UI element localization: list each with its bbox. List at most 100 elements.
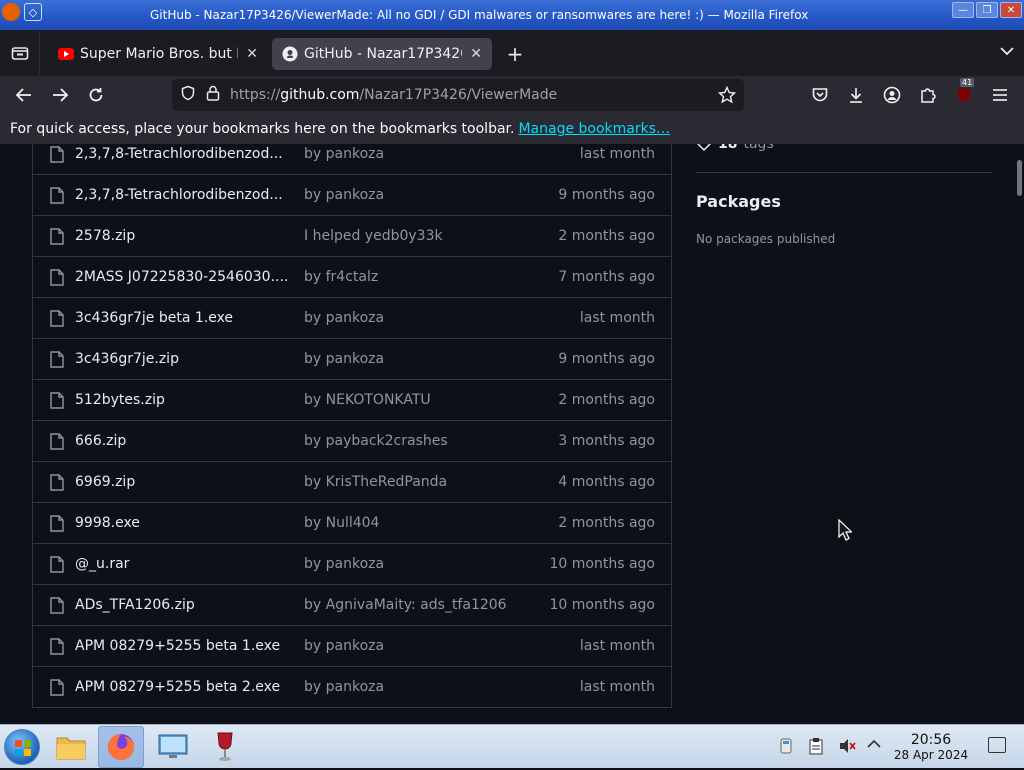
tray-volume-muted-icon[interactable] bbox=[838, 737, 856, 759]
navigation-toolbar: https://github.com/Nazar17P3426/ViewerMa… bbox=[0, 76, 1024, 114]
manage-bookmarks-link[interactable]: Manage bookmarks… bbox=[518, 121, 670, 137]
file-row[interactable]: 2MASS J07225830-2546030.... by fr4ctalz 7 … bbox=[33, 257, 671, 298]
file-name-link[interactable]: 666.zip bbox=[75, 433, 126, 449]
minimize-button[interactable]: — bbox=[952, 2, 974, 18]
file-icon bbox=[50, 392, 64, 409]
tags-count: 18 bbox=[718, 144, 738, 152]
commit-message-link[interactable]: by pankoza bbox=[304, 187, 384, 203]
folder-icon bbox=[56, 737, 86, 760]
file-row[interactable]: 2,3,7,8-Tetrachlorodibenzod... by pankoza… bbox=[33, 144, 671, 175]
commit-message-link[interactable]: by KrisTheRedPanda bbox=[304, 474, 447, 490]
app-menu-button[interactable] bbox=[988, 83, 1012, 107]
commit-message-link[interactable]: by NEKOTONKATU bbox=[304, 392, 431, 408]
file-row[interactable]: 2578.zip I helped yedb0y33k 2 months ago bbox=[33, 216, 671, 257]
bookmark-star-icon[interactable] bbox=[717, 85, 737, 108]
back-button[interactable] bbox=[12, 83, 36, 107]
extensions-button[interactable] bbox=[916, 83, 940, 107]
file-name-link[interactable]: 3c436gr7je beta 1.exe bbox=[75, 310, 233, 326]
sidebar-divider bbox=[696, 172, 992, 173]
close-tab-icon[interactable]: ✕ bbox=[470, 46, 482, 62]
tray-clipboard-icon[interactable] bbox=[808, 737, 824, 759]
commit-message-link[interactable]: by Null404 bbox=[304, 515, 379, 531]
commit-message-link[interactable]: by payback2crashes bbox=[304, 433, 448, 449]
maximize-button[interactable]: ❐ bbox=[976, 2, 998, 18]
account-button[interactable] bbox=[880, 83, 904, 107]
file-name-link[interactable]: 2MASS J07225830-2546030.... bbox=[75, 269, 288, 285]
commit-date: 2 months ago bbox=[558, 515, 655, 531]
commit-date: last month bbox=[579, 679, 655, 695]
commit-message-link[interactable]: I helped yedb0y33k bbox=[304, 228, 443, 244]
tags-link[interactable]: 18 tags bbox=[696, 144, 774, 152]
file-row[interactable]: 3c436gr7je beta 1.exe by pankoza last mont… bbox=[33, 298, 671, 339]
tracking-protection-shield-icon[interactable] bbox=[180, 85, 196, 105]
file-row[interactable]: 3c436gr7je.zip by pankoza 9 months ago bbox=[33, 339, 671, 380]
file-name-link[interactable]: 3c436gr7je.zip bbox=[75, 351, 179, 367]
packages-heading[interactable]: Packages bbox=[696, 192, 781, 211]
shield-extension-icon bbox=[958, 88, 970, 102]
commit-message-link[interactable]: by pankoza bbox=[304, 638, 384, 654]
forward-button[interactable] bbox=[48, 83, 72, 107]
file-name-link[interactable]: 2578.zip bbox=[75, 228, 135, 244]
file-row[interactable]: APM 08279+5255 beta 2.exe by pankoza last … bbox=[33, 667, 671, 708]
commit-message-link[interactable]: by pankoza bbox=[304, 146, 384, 162]
file-icon bbox=[50, 228, 64, 245]
tray-usb-icon[interactable] bbox=[778, 737, 794, 759]
commit-message-link[interactable]: by pankoza bbox=[304, 351, 384, 367]
tab-github[interactable]: GitHub - Nazar17P3426/V ✕ bbox=[272, 38, 492, 70]
file-row[interactable]: 512bytes.zip by NEKOTONKATU 2 months ago bbox=[33, 380, 671, 421]
padlock-icon[interactable] bbox=[206, 85, 220, 105]
file-name-link[interactable]: APM 08279+5255 beta 1.exe bbox=[75, 638, 280, 654]
commit-message-link[interactable]: by AgnivaMaity: ads_tfa1206 bbox=[304, 597, 507, 613]
file-row[interactable]: APM 08279+5255 beta 1.exe by pankoza last … bbox=[33, 626, 671, 667]
ublock-extension-button[interactable]: 41 bbox=[952, 78, 976, 107]
file-row[interactable]: 6969.zip by KrisTheRedPanda 4 months ago bbox=[33, 462, 671, 503]
taskbar-firefox[interactable] bbox=[98, 726, 144, 768]
file-name-link[interactable]: ADs_TFA1206.zip bbox=[75, 597, 195, 613]
new-tab-button[interactable]: + bbox=[504, 44, 526, 66]
commit-message-link[interactable]: by pankoza bbox=[304, 556, 384, 572]
file-name-link[interactable]: 2,3,7,8-Tetrachlorodibenzod... bbox=[75, 146, 283, 162]
commit-message-link[interactable]: by pankoza bbox=[304, 679, 384, 695]
taskbar-clock[interactable]: 20:56 28 Apr 2024 bbox=[890, 732, 972, 762]
window-titlebar: ◇ GitHub - Nazar17P3426/ViewerMade: All … bbox=[0, 0, 1024, 30]
url-host: github.com bbox=[280, 87, 360, 103]
download-icon bbox=[850, 88, 862, 103]
file-name-link[interactable]: 6969.zip bbox=[75, 474, 135, 490]
page-scrollbar[interactable] bbox=[1017, 160, 1022, 196]
show-desktop-button[interactable] bbox=[988, 737, 1006, 753]
file-name-link[interactable]: @_u.rar bbox=[75, 556, 129, 572]
taskbar-file-explorer[interactable] bbox=[48, 726, 94, 768]
close-window-button[interactable]: ✕ bbox=[1000, 2, 1022, 18]
window-menu-icon[interactable]: ◇ bbox=[24, 3, 42, 21]
file-name-link[interactable]: 512bytes.zip bbox=[75, 392, 165, 408]
taskbar-remote-desktop[interactable] bbox=[150, 726, 196, 768]
commit-date: 10 months ago bbox=[549, 556, 655, 572]
file-icon bbox=[50, 433, 64, 450]
file-icon bbox=[50, 515, 64, 532]
address-bar[interactable]: https://github.com/Nazar17P3426/ViewerMa… bbox=[172, 79, 744, 111]
tray-show-hidden-icons-chevron-icon[interactable] bbox=[866, 737, 882, 755]
file-row[interactable]: @_u.rar by pankoza 10 months ago bbox=[33, 544, 671, 585]
close-tab-icon[interactable]: ✕ bbox=[246, 46, 258, 62]
firefox-icon bbox=[108, 734, 134, 760]
tab-overview-button[interactable] bbox=[0, 30, 40, 76]
taskbar-wine-app[interactable] bbox=[202, 726, 248, 768]
file-name-link[interactable]: 9998.exe bbox=[75, 515, 140, 531]
reload-button[interactable] bbox=[84, 83, 108, 107]
file-row[interactable]: 2,3,7,8-Tetrachlorodibenzod... by pankoza… bbox=[33, 175, 671, 216]
file-name-link[interactable]: 2,3,7,8-Tetrachlorodibenzod... bbox=[75, 187, 283, 203]
list-all-tabs-chevron-icon[interactable] bbox=[1000, 44, 1014, 60]
file-row[interactable]: 666.zip by payback2crashes 3 months ago bbox=[33, 421, 671, 462]
start-button[interactable] bbox=[4, 729, 40, 765]
file-row[interactable]: ADs_TFA1206.zip by AgnivaMaity: ads_tfa12… bbox=[33, 585, 671, 626]
pocket-button[interactable] bbox=[808, 83, 832, 107]
commit-message-link[interactable]: by pankoza bbox=[304, 310, 384, 326]
file-name-link[interactable]: APM 08279+5255 beta 2.exe bbox=[75, 679, 280, 695]
url-text[interactable]: https://github.com/Nazar17P3426/ViewerMa… bbox=[230, 87, 557, 103]
commit-message-link[interactable]: by fr4ctalz bbox=[304, 269, 378, 285]
reload-icon bbox=[89, 88, 103, 102]
file-row[interactable]: 9998.exe by Null404 2 months ago bbox=[33, 503, 671, 544]
downloads-button[interactable] bbox=[844, 83, 868, 107]
tab-youtube[interactable]: Super Mario Bros. but Ma ✕ bbox=[48, 38, 268, 70]
window-controls: — ❐ ✕ bbox=[952, 2, 1022, 18]
